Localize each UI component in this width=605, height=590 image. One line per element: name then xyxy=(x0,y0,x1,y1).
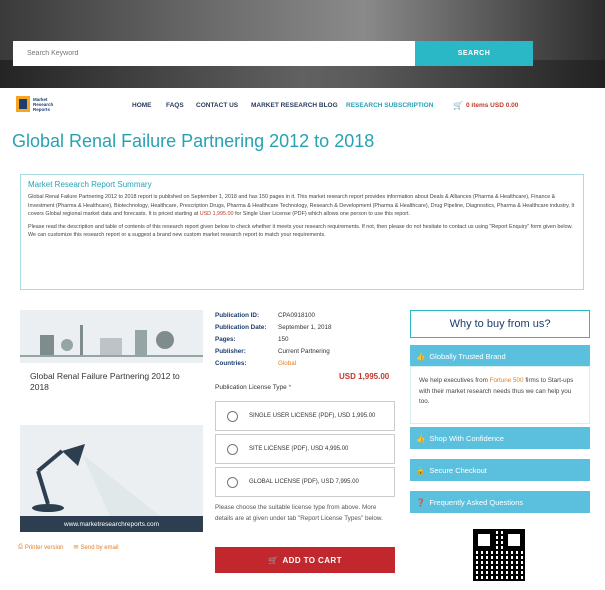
meta-publisher-label: Publisher: xyxy=(215,348,246,355)
nav-faqs[interactable]: FAQS xyxy=(166,102,184,109)
email-icon: ✉ xyxy=(73,545,79,551)
license-option-label: SINGLE USER LICENSE (PDF), USD 1,995.00 xyxy=(249,413,376,419)
radio-single-user[interactable] xyxy=(227,410,238,422)
cover-title: Global Renal Failure Partnering 2012 to … xyxy=(20,363,203,425)
radio-global[interactable] xyxy=(227,476,238,488)
question-icon: ❓ xyxy=(416,497,426,507)
publication-meta: Publication ID: CPA0918100 Publication Da… xyxy=(215,310,332,370)
license-label-text: Publication License Type xyxy=(215,384,287,391)
summary-text-b: for Single User License (PDF) which allo… xyxy=(235,211,411,218)
radio-site[interactable] xyxy=(227,443,238,455)
license-option-label: SITE LICENSE (PDF), USD 4,995.00 xyxy=(249,446,349,452)
logo-icon xyxy=(16,96,30,112)
cart-text: 0 items USD 0.00 xyxy=(465,102,519,109)
search-button[interactable]: SEARCH xyxy=(415,41,533,66)
report-summary: Market Research Report Summary Global Re… xyxy=(20,174,584,290)
meta-publisher: Current Partnering xyxy=(278,348,330,355)
report-price: USD 1,995.00 xyxy=(339,372,390,381)
secure-checkout-bar[interactable]: 🔒 Secure Checkout xyxy=(410,459,590,481)
lock-icon: 🔒 xyxy=(416,465,426,475)
cart-icon: 🛒 xyxy=(453,101,463,110)
report-actions: ⎙ Printer version ✉ Send by email xyxy=(18,544,119,551)
site-logo[interactable]: Market Research Reports xyxy=(16,96,57,112)
send-email-link[interactable]: ✉ Send by email xyxy=(73,544,119,552)
faq-bar[interactable]: ❓ Frequently Asked Questions xyxy=(410,491,590,513)
summary-heading: Market Research Report Summary xyxy=(28,180,152,189)
main-nav: Market Research Reports HOME FAQS CONTAC… xyxy=(0,88,605,124)
meta-countries-label: Countries: xyxy=(215,360,247,367)
lab-illustration-icon xyxy=(20,310,203,365)
trusted-description: We help executives from Fortune 500 firm… xyxy=(410,366,590,424)
add-to-cart-button[interactable]: 🛒 ADD TO CART xyxy=(215,547,395,573)
trusted-label: Globally Trusted Brand xyxy=(429,351,506,361)
qr-code-icon xyxy=(473,529,525,581)
email-label: Send by email xyxy=(80,544,119,551)
meta-date: September 1, 2018 xyxy=(278,324,332,331)
search-input[interactable] xyxy=(13,41,415,66)
thumbs-up-icon: 👍 xyxy=(416,351,426,361)
globally-trusted-bar[interactable]: 👍 Globally Trusted Brand xyxy=(410,345,590,367)
header-banner: SEARCH xyxy=(0,0,605,88)
license-type-label: Publication License Type * xyxy=(215,384,291,391)
confidence-label: Shop With Confidence xyxy=(429,433,504,443)
nav-market-research-blog[interactable]: MARKET RESEARCH BLOG xyxy=(251,102,338,109)
thumbs-up-icon: 👍 xyxy=(416,433,426,443)
cover-url: www.marketresearchreports.com xyxy=(20,516,203,532)
desk-lamp-icon xyxy=(32,444,160,516)
printer-version-link[interactable]: ⎙ Printer version xyxy=(18,544,64,551)
cart-summary[interactable]: 🛒 0 items USD 0.00 xyxy=(453,101,518,110)
printer-label: Printer version xyxy=(24,544,64,551)
nav-contact-us[interactable]: CONTACT US xyxy=(196,102,238,109)
meta-id-label: Publication ID: xyxy=(215,312,260,319)
cart-icon: 🛒 xyxy=(268,555,279,565)
summary-price: USD 1,995.00 xyxy=(199,211,234,218)
license-option-site[interactable]: SITE LICENSE (PDF), USD 4,995.00 xyxy=(215,434,395,464)
nav-home[interactable]: HOME xyxy=(132,102,152,109)
nav-research-subscription[interactable]: RESEARCH SUBSCRIPTION xyxy=(346,102,433,109)
add-to-cart-label: ADD TO CART xyxy=(282,555,342,565)
shop-with-confidence-bar[interactable]: 👍 Shop With Confidence xyxy=(410,427,590,449)
license-option-label: GLOBAL LICENSE (PDF), USD 7,995.00 xyxy=(249,479,359,485)
meta-pages-label: Pages: xyxy=(215,336,236,343)
why-buy-heading: Why to buy from us? xyxy=(410,310,590,338)
meta-id: CPA0918100 xyxy=(278,312,315,319)
fortune-500-highlight: Fortune 500 xyxy=(489,377,524,384)
required-star: * xyxy=(288,384,292,391)
summary-paragraph-2: Please read the description and table of… xyxy=(28,223,573,239)
summary-paragraph-1: Global Renal Failure Partnering 2012 to … xyxy=(28,193,576,219)
printer-icon: ⎙ xyxy=(18,544,23,550)
logo-text: Market Research Reports xyxy=(33,96,54,112)
faq-label: Frequently Asked Questions xyxy=(429,497,524,507)
license-note: Please choose the suitable license type … xyxy=(215,504,383,522)
license-option-global[interactable]: GLOBAL LICENSE (PDF), USD 7,995.00 xyxy=(215,467,395,497)
report-cover-image: Global Renal Failure Partnering 2012 to … xyxy=(20,310,203,532)
trusted-text-a: We help executives from xyxy=(419,377,488,384)
page-title: Global Renal Failure Partnering 2012 to … xyxy=(12,131,375,151)
license-option-single[interactable]: SINGLE USER LICENSE (PDF), USD 1,995.00 xyxy=(215,401,395,431)
meta-date-label: Publication Date: xyxy=(215,324,267,331)
checkout-label: Secure Checkout xyxy=(429,465,487,475)
meta-countries-link[interactable]: Global xyxy=(278,358,296,370)
meta-pages: 150 xyxy=(278,336,289,343)
